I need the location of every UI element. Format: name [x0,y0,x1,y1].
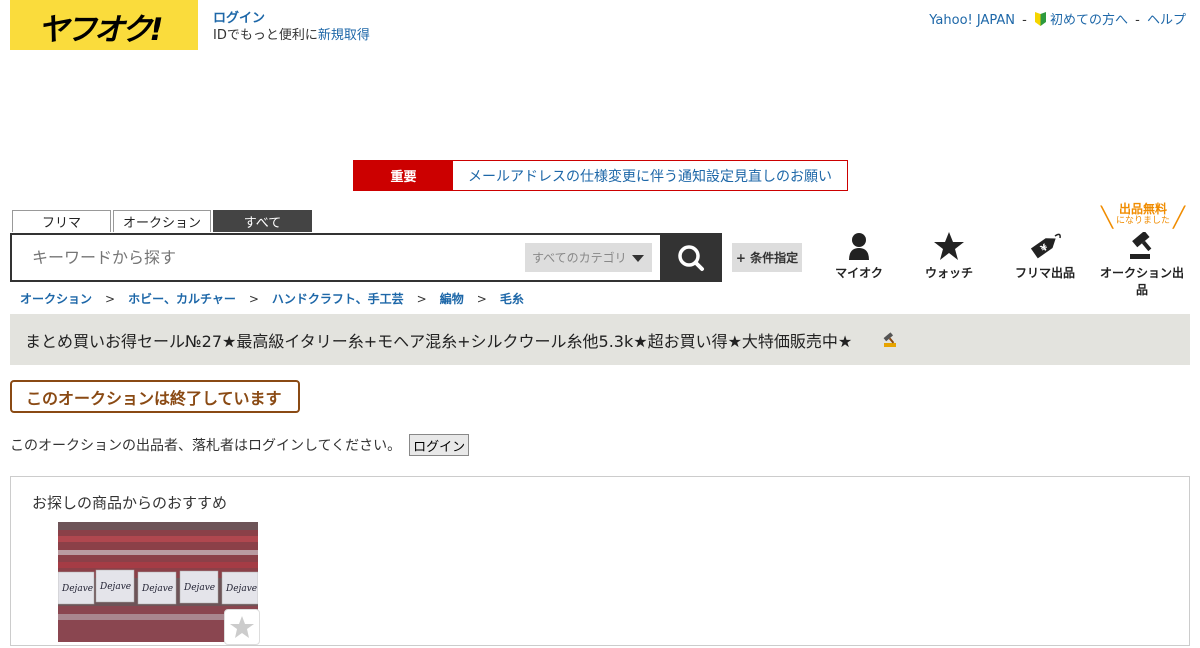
search-box: すべてのカテゴリ [10,233,722,282]
tab-auction[interactable]: オークション [113,210,211,232]
yarn-label: Dejave [61,584,93,594]
quicknav-watch[interactable]: ウォッチ [904,232,994,281]
top-links: Yahoo! JAPAN - 初めての方へ - ヘルプ [929,9,1186,28]
quicknav-myauction-label: マイオク [835,266,883,280]
yahoo-japan-link[interactable]: Yahoo! JAPAN [929,13,1015,28]
free-listing-badge: ╲ 出品無料 になりました ╱ [1101,202,1185,230]
tab-all[interactable]: すべて [213,210,312,232]
search-input[interactable] [32,248,512,267]
quicknav-furima-listing[interactable]: ¥ フリマ出品 [1000,232,1090,281]
badge-slash-left: ╲ [1101,205,1114,229]
yahuoku-logo[interactable]: ヤフオク! [10,0,198,50]
yarn-label: Dejave [99,582,131,592]
chevron-down-icon [632,255,644,262]
login-area: ログイン IDでもっと便利に新規取得 [213,10,370,44]
notice-text[interactable]: メールアドレスの仕様変更に伴う通知設定見直しのお願い [453,161,847,190]
register-link[interactable]: 新規取得 [318,28,370,43]
quicknav-furima-label: フリマ出品 [1014,266,1075,280]
breadcrumb-item-auction[interactable]: オークション [20,292,92,306]
star-outline-icon [230,616,254,638]
breadcrumb-item-handcraft[interactable]: ハンドクラフト、手工芸 [272,292,404,306]
recommendation-title: お探しの商品からのおすすめ [32,494,228,512]
quicknav-auction-label: オークション出品 [1099,266,1184,297]
help-link[interactable]: ヘルプ [1147,13,1186,28]
important-notice[interactable]: 重要 メールアドレスの仕様変更に伴う通知設定見直しのお願い [353,160,848,191]
quicknav-auction-listing[interactable]: オークション出品 [1097,232,1187,298]
login-prompt-text: このオークションの出品者、落札者はログインしてください。 [10,438,402,454]
free-badge-line1: 出品無料 [1118,202,1167,216]
item-title-bar: まとめ買いお得セール№27★最高級イタリー糸+モヘア混糸+シルクウール糸他5.3… [10,314,1190,365]
search-button[interactable] [660,233,722,282]
star-icon [934,232,964,260]
gavel-icon [1130,232,1152,259]
breadcrumb-separator: > [476,292,487,306]
search-tabs: フリマ オークション すべて [12,210,312,232]
quicknav-watch-label: ウォッチ [924,266,973,280]
price-tag-icon: ¥ [1030,233,1061,259]
breadcrumb-separator: > [416,292,427,306]
logo-text: ヤフオク! [38,12,164,48]
beginner-link[interactable]: 初めての方へ [1050,13,1128,28]
category-select-label: すべてのカテゴリ [532,251,627,265]
beginner-mark-icon [1034,12,1046,26]
user-icon [849,233,869,260]
breadcrumb-item-hobby[interactable]: ホビー、カルチャー [128,292,236,306]
breadcrumb-separator: > [248,292,259,306]
top-link-separator: - [1022,13,1027,28]
login-link[interactable]: ログイン [213,11,265,26]
free-badge-line2: になりました [1115,216,1170,226]
breadcrumb: オークション > ホビー、カルチャー > ハンドクラフト、手工芸 > 編物 > 毛糸 [20,290,524,307]
condition-button[interactable]: + 条件指定 [732,243,802,272]
login-sub-text: IDでもっと便利に [213,28,318,43]
quicknav-myauction[interactable]: マイオク [814,232,904,281]
badge-slash-right: ╱ [1172,205,1185,229]
login-prompt: このオークションの出品者、落札者はログインしてください。 ログイン [10,434,470,456]
yarn-label: Dejave [225,584,257,594]
breadcrumb-separator: > [105,292,116,306]
auction-ended-banner: このオークションは終了しています [10,380,300,413]
top-link-separator: - [1135,13,1140,28]
beginner-link-wrap[interactable]: 初めての方へ [1034,12,1132,28]
search-icon [678,245,704,271]
yarn-label: Dejave [183,583,215,593]
breadcrumb-item-yarn[interactable]: 毛糸 [500,292,524,306]
category-select[interactable]: すべてのカテゴリ [525,243,652,272]
breadcrumb-item-knitting[interactable]: 編物 [440,292,464,306]
yarn-label: Dejave [141,584,173,594]
tab-furima[interactable]: フリマ [12,210,111,232]
recommendation-panel: お探しの商品からのおすすめ Dejave Dejave Dejave Dejav… [10,476,1190,646]
item-title: まとめ買いお得セール№27★最高級イタリー糸+モヘア混糸+シルクウール糸他5.3… [25,331,853,351]
hammer-icon [883,331,897,347]
login-button[interactable]: ログイン [409,434,470,456]
notice-label: 重要 [354,161,453,190]
watch-button[interactable] [224,609,260,645]
